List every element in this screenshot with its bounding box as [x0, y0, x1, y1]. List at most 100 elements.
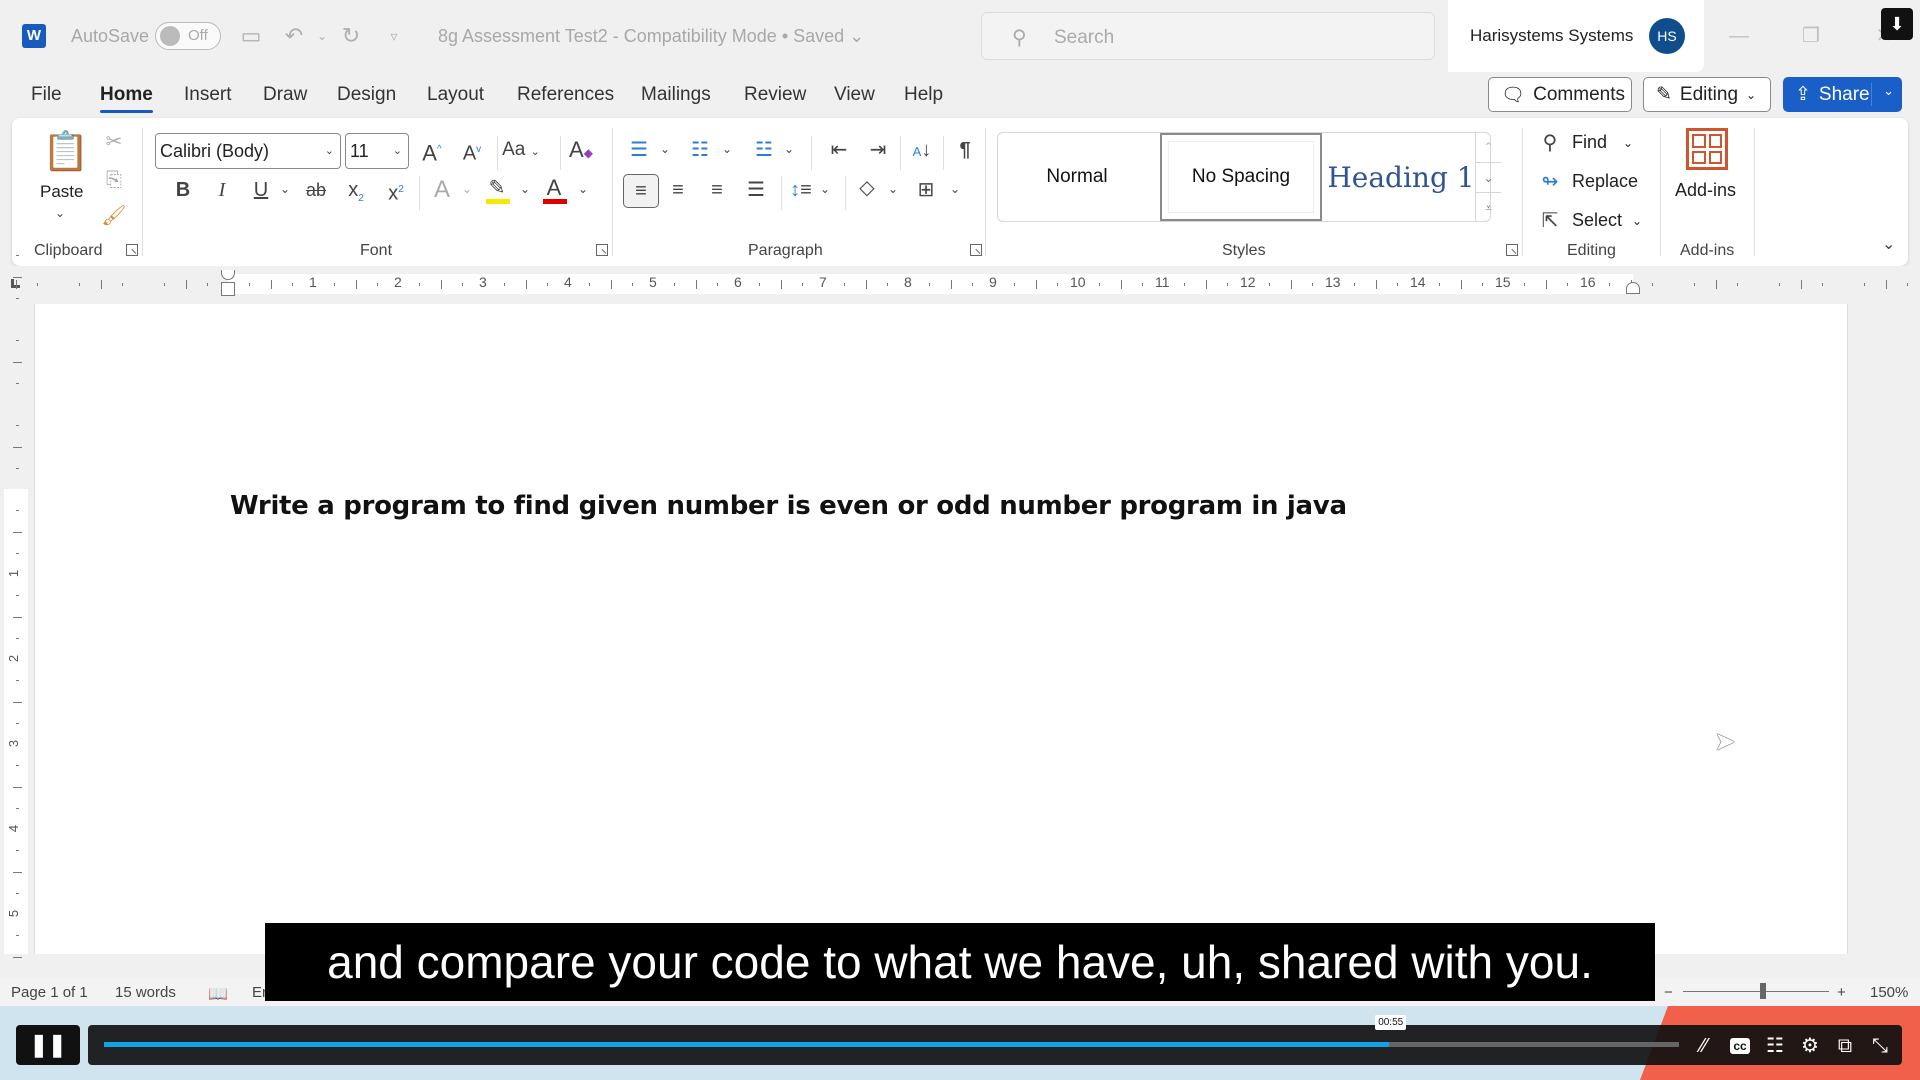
redo-icon[interactable]: ↻: [337, 22, 365, 50]
left-indent-marker[interactable]: [221, 282, 235, 296]
editing-mode-button[interactable]: ✎ Editing ⌄: [1643, 77, 1771, 112]
text-effects-icon[interactable]: A: [427, 176, 457, 204]
bold-icon[interactable]: B: [169, 176, 197, 204]
underline-icon[interactable]: U: [247, 176, 275, 204]
settings-gear-icon[interactable]: ⚙: [1796, 1032, 1824, 1060]
tab-help[interactable]: Help: [904, 84, 943, 106]
add-ins-button[interactable]: Add-ins: [1675, 180, 1736, 201]
multilevel-dropdown-icon[interactable]: ⌄: [784, 142, 794, 156]
pause-button[interactable]: ❚❚: [16, 1025, 80, 1065]
word-count[interactable]: 15 words: [115, 984, 176, 1001]
font-launcher-icon[interactable]: [596, 244, 608, 256]
text-effects-dropdown-icon[interactable]: ⌄: [462, 182, 472, 196]
clear-formatting-icon[interactable]: A◆: [565, 136, 597, 164]
tab-layout[interactable]: Layout: [427, 84, 484, 106]
format-painter-icon[interactable]: 🖌: [100, 202, 128, 230]
highlight-icon[interactable]: ✎: [482, 174, 512, 204]
styles-launcher-icon[interactable]: [1506, 244, 1518, 256]
horizontal-ruler[interactable]: 1 2 3 4 5 6 7 8 9 10 11 12 13 14 15 16: [0, 266, 1920, 304]
replace-button[interactable]: ↬ Replace: [1538, 169, 1638, 194]
transcript-icon[interactable]: ☷: [1761, 1032, 1789, 1060]
customize-toolbar-icon[interactable]: ▿: [380, 22, 408, 50]
right-indent-marker[interactable]: [1626, 282, 1640, 294]
page-count[interactable]: Page 1 of 1: [11, 984, 88, 1001]
font-color-icon[interactable]: A: [539, 174, 569, 204]
font-name-combo[interactable]: Calibri (Body) ⌄: [155, 133, 341, 169]
borders-icon[interactable]: ⊞: [911, 176, 941, 204]
minimize-icon[interactable]: —: [1719, 20, 1759, 52]
shading-icon[interactable]: ◇: [852, 174, 882, 202]
autosave-toggle[interactable]: Off: [155, 22, 221, 50]
share-dropdown-icon[interactable]: ⌄: [1883, 83, 1894, 99]
justify-icon[interactable]: ☰: [741, 176, 771, 204]
document-title[interactable]: 8g Assessment Test2 - Compatibility Mode…: [438, 26, 864, 47]
mute-icon[interactable]: ⁄⁄: [1690, 1032, 1718, 1060]
proofing-icon[interactable]: 📖: [208, 984, 228, 1004]
account-area[interactable]: Harisystems Systems HS: [1448, 0, 1704, 72]
picture-in-picture-icon[interactable]: ⧉: [1831, 1032, 1859, 1060]
highlight-dropdown-icon[interactable]: ⌄: [520, 182, 530, 196]
underline-dropdown-icon[interactable]: ⌄: [280, 182, 290, 196]
zoom-slider[interactable]: [1683, 991, 1829, 992]
numbering-icon[interactable]: ☷: [685, 136, 715, 164]
zoom-out-button[interactable]: −: [1664, 984, 1673, 1001]
numbering-dropdown-icon[interactable]: ⌄: [722, 142, 732, 156]
paste-dropdown-icon[interactable]: ⌄: [55, 206, 65, 220]
tab-draw[interactable]: Draw: [263, 84, 307, 106]
style-heading-1[interactable]: Heading 1: [1326, 133, 1476, 221]
italic-icon[interactable]: I: [208, 176, 236, 204]
tab-references[interactable]: References: [517, 84, 614, 106]
style-normal[interactable]: Normal: [998, 133, 1156, 221]
cut-icon[interactable]: ✂: [100, 128, 128, 156]
find-button[interactable]: ⚲ Find ⌄: [1538, 130, 1633, 155]
bullets-dropdown-icon[interactable]: ⌄: [660, 142, 670, 156]
line-spacing-dropdown-icon[interactable]: ⌄: [820, 182, 830, 196]
multilevel-list-icon[interactable]: ☳: [749, 136, 779, 164]
copy-icon[interactable]: ⎘: [100, 166, 128, 194]
styles-scroll-down-icon[interactable]: ⌄: [1475, 162, 1501, 192]
font-size-combo[interactable]: 11 ⌄: [345, 133, 409, 169]
zoom-slider-thumb[interactable]: [1760, 983, 1766, 999]
tab-design[interactable]: Design: [337, 84, 396, 106]
align-center-icon[interactable]: ≡: [663, 176, 693, 204]
increase-indent-icon[interactable]: ⇥: [863, 136, 893, 164]
styles-more-icon[interactable]: ⩡: [1475, 192, 1501, 222]
restore-icon[interactable]: ❐: [1791, 20, 1831, 52]
style-no-spacing[interactable]: No Spacing: [1160, 133, 1322, 221]
change-case-button[interactable]: Aa ⌄: [498, 136, 544, 164]
styles-scroll-up-icon[interactable]: ⌃: [1475, 132, 1501, 162]
search-input[interactable]: ⚲ Search: [981, 12, 1435, 60]
tab-insert[interactable]: Insert: [184, 84, 232, 106]
bullets-icon[interactable]: ☰: [624, 136, 654, 164]
strikethrough-icon[interactable]: ab: [300, 176, 332, 204]
collapse-ribbon-icon[interactable]: ⌄: [1882, 234, 1895, 254]
sort-icon[interactable]: A↓: [906, 136, 938, 164]
paragraph-launcher-icon[interactable]: [970, 244, 982, 256]
line-spacing-icon[interactable]: ↕≡: [786, 176, 816, 204]
shading-dropdown-icon[interactable]: ⌄: [888, 182, 898, 196]
save-icon[interactable]: ▭: [237, 22, 265, 50]
add-ins-icon[interactable]: [1686, 128, 1728, 170]
tab-file[interactable]: File: [31, 84, 62, 106]
comments-button[interactable]: 🗨 Comments: [1488, 77, 1632, 112]
align-right-icon[interactable]: ≡: [702, 176, 732, 204]
paste-label[interactable]: Paste: [40, 182, 83, 202]
exit-fullscreen-icon[interactable]: ⤡: [1866, 1032, 1894, 1060]
zoom-in-button[interactable]: +: [1837, 984, 1846, 1001]
shrink-font-icon[interactable]: Av: [457, 136, 487, 165]
tab-review[interactable]: Review: [744, 84, 806, 106]
select-button[interactable]: ⇱ Select ⌄: [1538, 208, 1642, 233]
undo-icon[interactable]: ↶: [280, 22, 308, 50]
avatar[interactable]: HS: [1649, 18, 1685, 54]
tab-view[interactable]: View: [834, 84, 875, 106]
superscript-icon[interactable]: x2: [381, 176, 411, 205]
show-formatting-icon[interactable]: ¶: [950, 136, 980, 164]
clipboard-launcher-icon[interactable]: [126, 244, 138, 256]
zoom-level[interactable]: 150%: [1870, 984, 1908, 1001]
subscript-icon[interactable]: x2: [341, 176, 371, 204]
captions-icon[interactable]: cc: [1726, 1032, 1754, 1060]
paste-icon[interactable]: 📋: [42, 130, 89, 174]
borders-dropdown-icon[interactable]: ⌄: [950, 182, 960, 196]
download-icon[interactable]: ⬇: [1881, 8, 1913, 40]
tab-mailings[interactable]: Mailings: [641, 84, 711, 106]
